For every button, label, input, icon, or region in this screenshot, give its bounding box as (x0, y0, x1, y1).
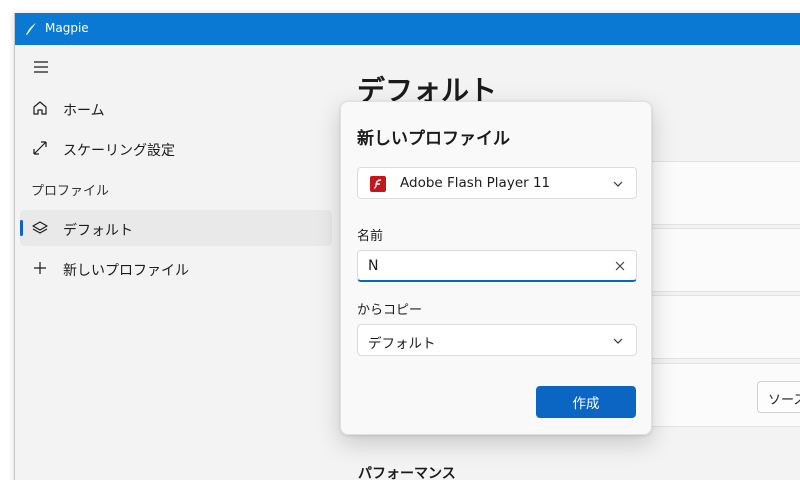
home-icon (33, 101, 47, 115)
sidebar-item-label: 新しいプロファイル (63, 263, 189, 279)
sidebar-item-new-profile[interactable]: 新しいプロファイル (20, 250, 332, 286)
sidebar-item-label: ホーム (63, 103, 105, 119)
create-button[interactable]: 作成 (536, 386, 636, 418)
copy-from-select[interactable]: デフォルト (357, 324, 637, 356)
app-select-value: Adobe Flash Player 11 (400, 175, 551, 191)
copy-from-label: からコピー (357, 303, 423, 318)
scale-arrows-icon (33, 141, 47, 155)
plus-icon (34, 262, 46, 274)
performance-section-title: パフォーマンス (358, 466, 456, 480)
sidebar-item-label: スケーリング設定 (63, 143, 175, 159)
flash-player-icon (370, 176, 386, 192)
selection-indicator (20, 220, 23, 236)
close-icon[interactable] (614, 260, 626, 272)
profiles-header: プロファイル (31, 184, 110, 199)
dialog-title: 新しいプロファイル (357, 129, 510, 149)
sidebar-item-label: デフォルト (63, 223, 133, 239)
new-profile-dialog: 新しいプロファイル Adobe Flash Player 11 名前 N からコ… (340, 101, 652, 435)
magpie-app-icon (26, 23, 36, 35)
copy-from-value: デフォルト (368, 336, 436, 352)
name-field[interactable]: N (357, 250, 637, 282)
app-select[interactable]: Adobe Flash Player 11 (357, 167, 637, 199)
name-field-value: N (368, 258, 379, 274)
source-window-button[interactable]: ソースウ (757, 381, 800, 413)
window-title: Magpie (45, 21, 89, 35)
chevron-down-icon (613, 181, 623, 187)
title-bar[interactable]: Magpie (15, 13, 800, 45)
layers-icon (32, 221, 48, 234)
sidebar-item-scaling[interactable]: スケーリング設定 (20, 130, 332, 166)
sidebar-item-default-profile[interactable]: デフォルト (20, 210, 332, 246)
hamburger-icon[interactable] (31, 57, 51, 77)
chevron-down-icon (613, 338, 623, 344)
sidebar-item-home[interactable]: ホーム (20, 90, 332, 126)
name-label: 名前 (357, 229, 384, 244)
